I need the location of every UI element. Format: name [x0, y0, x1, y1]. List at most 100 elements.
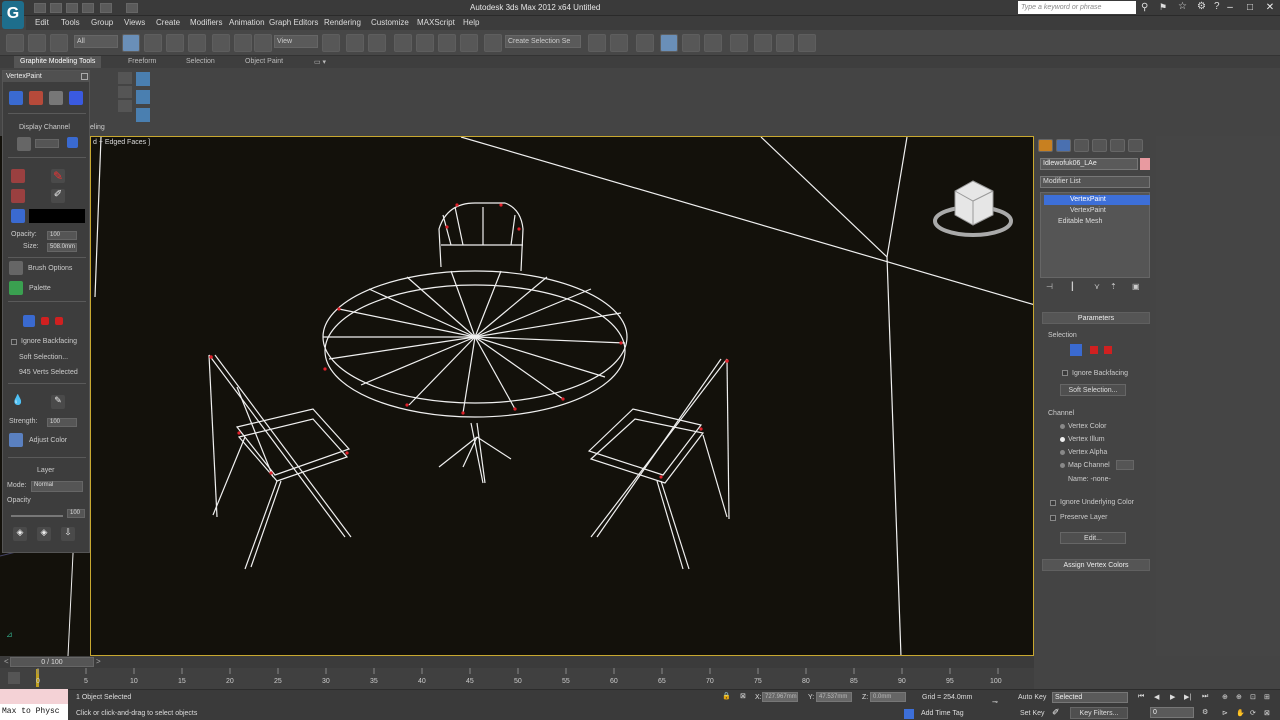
show-end-result-icon[interactable]: ┃	[1070, 282, 1075, 291]
modifier-list-dropdown[interactable]: Modifier List	[1040, 176, 1150, 188]
minimize-button[interactable]: –	[1220, 0, 1240, 15]
soft-selection-button[interactable]: Soft Selection...	[19, 354, 68, 361]
paint-all-icon[interactable]	[11, 169, 25, 183]
adjust-color-icon[interactable]	[9, 433, 23, 447]
field-of-view-icon[interactable]: ⊳	[1222, 709, 1228, 717]
erase-all-icon[interactable]	[11, 189, 25, 203]
render-production-icon[interactable]	[798, 34, 816, 52]
hierarchy-tab-icon[interactable]	[1074, 139, 1089, 152]
zoom-extents-all-icon[interactable]: ⊞	[1264, 693, 1270, 701]
time-slider[interactable]: < 0 / 100 >	[0, 656, 1034, 668]
eraser-icon[interactable]: ✐	[51, 189, 65, 203]
go-to-start-icon[interactable]: ⏮	[1138, 693, 1144, 701]
rendered-frame-window-icon[interactable]	[776, 34, 794, 52]
ignore-backfacing-checkbox[interactable]	[11, 339, 17, 345]
element-select-icon[interactable]	[55, 317, 63, 325]
zoom-icon[interactable]: ⊕	[1222, 693, 1228, 701]
next-frame-icon[interactable]: >	[96, 657, 101, 666]
percent-snap-icon[interactable]	[438, 34, 456, 52]
angle-snap-icon[interactable]	[416, 34, 434, 52]
maximize-button[interactable]: □	[1240, 0, 1260, 15]
face-select-icon[interactable]	[41, 317, 49, 325]
vertex-color-display-icon[interactable]	[9, 91, 23, 105]
next-key-icon[interactable]: ▶|	[1184, 693, 1191, 701]
selection-filter-dropdown[interactable]: All	[74, 35, 118, 48]
ribbon-tool-icon[interactable]	[118, 100, 132, 112]
help-icon[interactable]: ?	[1214, 1, 1220, 12]
menu-graph-editors[interactable]: Graph Editors	[269, 18, 318, 27]
map-channel-radio[interactable]	[1060, 463, 1065, 468]
schematic-view-icon[interactable]	[704, 34, 722, 52]
brush-options-icon[interactable]	[9, 261, 23, 275]
display-channel-icon[interactable]	[17, 137, 31, 151]
prev-frame-icon[interactable]: <	[4, 657, 9, 666]
modifier-stack[interactable]: VertexPaint VertexPaint Editable Mesh	[1040, 192, 1150, 278]
new-layer-icon[interactable]: ◈	[13, 527, 27, 541]
remove-modifier-icon[interactable]: ⇡	[1110, 282, 1117, 291]
menu-group[interactable]: Group	[91, 18, 113, 27]
brush-options-label[interactable]: Brush Options	[28, 265, 72, 272]
set-key-icon[interactable]: ✐	[1052, 707, 1066, 719]
project-folder-icon[interactable]	[126, 3, 138, 13]
display-channel-spinner[interactable]	[35, 139, 59, 148]
stack-item-vertexpaint-1[interactable]: VertexPaint	[1044, 195, 1150, 205]
curve-editor-icon[interactable]	[682, 34, 700, 52]
ignore-underlying-checkbox[interactable]	[1050, 500, 1056, 506]
absolute-mode-icon[interactable]: ⊠	[740, 692, 746, 700]
blur-eraser-icon[interactable]: ✎	[51, 395, 65, 409]
adjust-color-label[interactable]: Adjust Color	[29, 437, 67, 444]
rectangular-selection-icon[interactable]	[166, 34, 184, 52]
orbit-icon[interactable]: ⟳	[1250, 709, 1256, 717]
utilities-tab-icon[interactable]	[1128, 139, 1143, 152]
perspective-viewport[interactable]: d + Edged Faces ]	[90, 136, 1034, 656]
open-icon[interactable]	[50, 3, 62, 13]
stack-item-editable-mesh[interactable]: Editable Mesh	[1044, 217, 1150, 227]
ribbon-options-icon[interactable]: ▭ ▾	[314, 58, 326, 66]
map-channel-spinner[interactable]	[1116, 460, 1134, 470]
select-and-manipulate-icon[interactable]	[346, 34, 364, 52]
save-icon[interactable]	[66, 3, 78, 13]
set-key-label[interactable]: Set Key	[1020, 710, 1045, 717]
menu-animation[interactable]: Animation	[229, 18, 265, 27]
edit-button[interactable]: Edit...	[1060, 532, 1126, 544]
flatten-layer-icon[interactable]: ⇩	[61, 527, 75, 541]
time-config-icon[interactable]: ⚙	[1202, 708, 1208, 716]
vertex-alpha-radio[interactable]	[1060, 450, 1065, 455]
track-bar[interactable]: 0 5 10 15 20 25 30 35 40 45 50 55 60 65 …	[0, 668, 1034, 689]
unlink-icon[interactable]	[28, 34, 46, 52]
vertex-color-toggle-icon[interactable]	[69, 91, 83, 105]
edit-named-selection-icon[interactable]	[484, 34, 502, 52]
vertex-paint-panel-title[interactable]: VertexPaint	[3, 71, 89, 82]
channel-color-icon[interactable]	[67, 137, 78, 148]
help-search-input[interactable]: Type a keyword or phrase	[1018, 1, 1136, 14]
ribbon-tool-icon[interactable]	[136, 108, 150, 122]
element-select-icon[interactable]	[1104, 346, 1112, 354]
keyboard-shortcut-override-icon[interactable]	[368, 34, 386, 52]
motion-tab-icon[interactable]	[1092, 139, 1107, 152]
current-frame-input[interactable]: 0	[1150, 707, 1194, 718]
preserve-layer-checkbox[interactable]	[1050, 515, 1056, 521]
settings-icon[interactable]: ⚙	[1197, 1, 1206, 12]
mode-dropdown[interactable]: Normal	[31, 481, 83, 492]
y-coordinate-field[interactable]: 47.537mm	[816, 692, 852, 702]
new-icon[interactable]	[34, 3, 46, 13]
create-tab-icon[interactable]	[1038, 139, 1053, 152]
window-crossing-icon[interactable]	[188, 34, 206, 52]
binoculars-icon[interactable]: ⚲	[1141, 2, 1148, 13]
add-time-tag[interactable]: Add Time Tag	[921, 710, 964, 717]
vertex-color-radio[interactable]	[1060, 424, 1065, 429]
face-select-icon[interactable]	[1090, 346, 1098, 354]
pan-icon[interactable]: ✋	[1236, 709, 1245, 717]
menu-create[interactable]: Create	[156, 18, 180, 27]
menu-tools[interactable]: Tools	[61, 18, 80, 27]
menu-edit[interactable]: Edit	[35, 18, 49, 27]
x-coordinate-field[interactable]: 727.967mm	[762, 692, 798, 702]
parameters-rollout[interactable]: Parameters	[1042, 312, 1150, 324]
ribbon-tool-icon[interactable]	[136, 90, 150, 104]
opacity-input[interactable]: 100	[47, 231, 77, 240]
strength-input[interactable]: 100	[47, 418, 77, 427]
stack-item-vertexpaint-2[interactable]: VertexPaint	[1044, 206, 1150, 216]
maxscript-listener-output[interactable]	[0, 689, 68, 704]
vertex-select-icon[interactable]	[23, 315, 35, 327]
menu-customize[interactable]: Customize	[371, 18, 409, 27]
